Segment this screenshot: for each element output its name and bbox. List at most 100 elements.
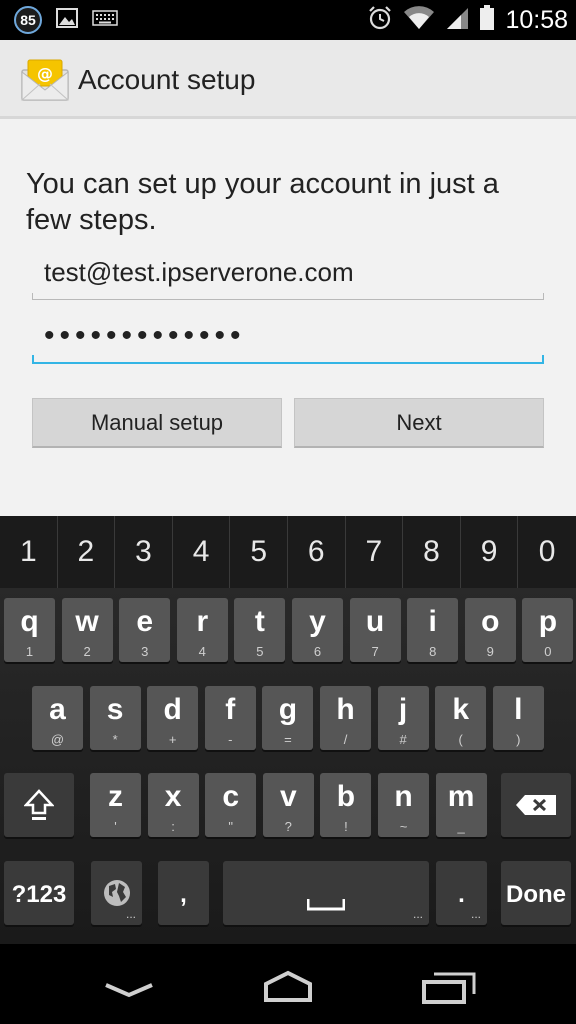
password-field[interactable]	[32, 316, 544, 364]
key-label: c	[222, 780, 240, 813]
key-label: z	[108, 780, 123, 813]
key-secondary-label: 2	[83, 644, 91, 659]
comma-key-label: ,	[180, 881, 187, 908]
key-label: s	[106, 693, 124, 726]
key-label: i	[428, 605, 437, 638]
number-key-7[interactable]: 7	[346, 516, 404, 588]
key-label: r	[196, 605, 209, 638]
key-p[interactable]: p0	[522, 598, 574, 662]
key-f[interactable]: f-	[204, 686, 256, 750]
next-button[interactable]: Next	[294, 398, 544, 448]
key-secondary-label: :	[171, 819, 175, 834]
password-input[interactable]	[32, 316, 544, 356]
key-w[interactable]: w2	[61, 598, 113, 662]
key-secondary-label: -	[228, 732, 233, 747]
key-y[interactable]: y6	[292, 598, 343, 662]
key-l[interactable]: l)	[492, 686, 544, 750]
number-key-2[interactable]: 2	[58, 516, 116, 588]
number-key-6[interactable]: 6	[288, 516, 346, 588]
key-secondary-label: 3	[141, 644, 149, 659]
image-icon	[56, 7, 78, 33]
email-field[interactable]	[32, 252, 544, 300]
key-d[interactable]: d +	[147, 686, 199, 750]
key-secondary-label: !	[344, 819, 348, 834]
key-label: a	[49, 693, 66, 726]
key-z[interactable]: z '	[90, 773, 141, 837]
key-label: e	[136, 605, 154, 638]
status-bar: 85 10:58	[0, 0, 576, 40]
key-v[interactable]: v?	[262, 773, 314, 837]
comma-key[interactable]: ,	[158, 861, 209, 925]
email-input[interactable]	[32, 252, 544, 292]
key-x[interactable]: x:	[147, 773, 199, 837]
key-a[interactable]: a @	[32, 686, 83, 750]
recent-apps-icon[interactable]	[422, 970, 478, 1004]
key-q[interactable]: q1	[4, 598, 55, 662]
symbols-key-label: ?123	[11, 881, 67, 908]
key-secondary-label: 9	[486, 644, 494, 659]
email-envelope-icon[interactable]: @	[20, 56, 70, 102]
clock: 10:58	[505, 5, 568, 34]
number-key-3[interactable]: 3	[115, 516, 173, 588]
key-k[interactable]: k(	[435, 686, 487, 750]
key-h[interactable]: h /	[320, 686, 371, 750]
key-secondary-label: ?	[284, 819, 292, 834]
keyboard-number-row: 1234567890	[0, 516, 576, 588]
key-label: d	[163, 693, 182, 726]
done-key[interactable]: Done	[501, 861, 571, 925]
soft-keyboard: 1234567890 q 1 w 2 e 3 r 4 t 5 y 6 u 7 i 8 o 9 p 0 a @ s * d + f - g…	[0, 516, 576, 944]
key-o[interactable]: o9	[464, 598, 516, 662]
key-secondary-label: "	[228, 819, 233, 834]
key-label: k	[452, 693, 470, 726]
number-key-4[interactable]: 4	[173, 516, 231, 588]
signal-icon	[445, 6, 469, 35]
key-secondary-label: ~	[399, 819, 408, 834]
battery-icon	[479, 4, 495, 36]
key-secondary-label: =	[284, 732, 292, 747]
number-key-9[interactable]: 9	[461, 516, 519, 588]
language-key[interactable]: ...	[91, 861, 142, 925]
home-icon[interactable]	[258, 970, 318, 1002]
shift-key[interactable]	[4, 773, 74, 837]
globe-icon	[104, 880, 130, 906]
back-icon[interactable]	[104, 982, 154, 998]
backspace-icon	[516, 795, 556, 815]
backspace-key[interactable]	[501, 773, 571, 837]
key-i[interactable]: i8	[407, 598, 459, 662]
key-secondary-label: *	[112, 732, 118, 747]
manual-setup-button[interactable]: Manual setup	[32, 398, 282, 448]
key-secondary-label: 5	[256, 644, 264, 659]
number-key-5[interactable]: 5	[230, 516, 288, 588]
action-bar: @ Account setup	[0, 40, 576, 119]
key-n[interactable]: n ~	[378, 773, 429, 837]
key-secondary-label: (	[458, 732, 463, 747]
key-label: y	[309, 605, 326, 638]
key-secondary-label: 8	[429, 644, 437, 659]
key-u[interactable]: u7	[349, 598, 401, 662]
key-label: p	[538, 605, 558, 638]
key-t[interactable]: t5	[234, 598, 286, 662]
number-key-8[interactable]: 8	[403, 516, 461, 588]
key-secondary-label: _	[457, 819, 465, 834]
key-e[interactable]: e3	[119, 598, 171, 662]
keyboard-icon	[92, 9, 118, 31]
key-secondary-label: /	[343, 732, 348, 747]
key-b[interactable]: b!	[320, 773, 372, 837]
key-m[interactable]: m _	[435, 773, 487, 837]
notification-badge: 85	[14, 6, 42, 34]
key-secondary-label: 6	[313, 644, 322, 659]
symbols-key[interactable]: ?123	[4, 861, 74, 925]
period-key[interactable]: . ...	[436, 861, 487, 925]
navigation-bar	[0, 944, 576, 1024]
space-key[interactable]: ...	[223, 861, 429, 925]
done-key-label: Done	[506, 881, 566, 908]
key-label: u	[365, 605, 385, 638]
key-label: m	[447, 780, 475, 813]
key-r[interactable]: r4	[176, 598, 228, 662]
key-s[interactable]: s *	[89, 686, 141, 750]
number-key-0[interactable]: 0	[518, 516, 576, 588]
key-j[interactable]: j #	[377, 686, 429, 750]
key-c[interactable]: c "	[205, 773, 257, 837]
key-g[interactable]: g =	[262, 686, 314, 750]
number-key-1[interactable]: 1	[0, 516, 58, 588]
